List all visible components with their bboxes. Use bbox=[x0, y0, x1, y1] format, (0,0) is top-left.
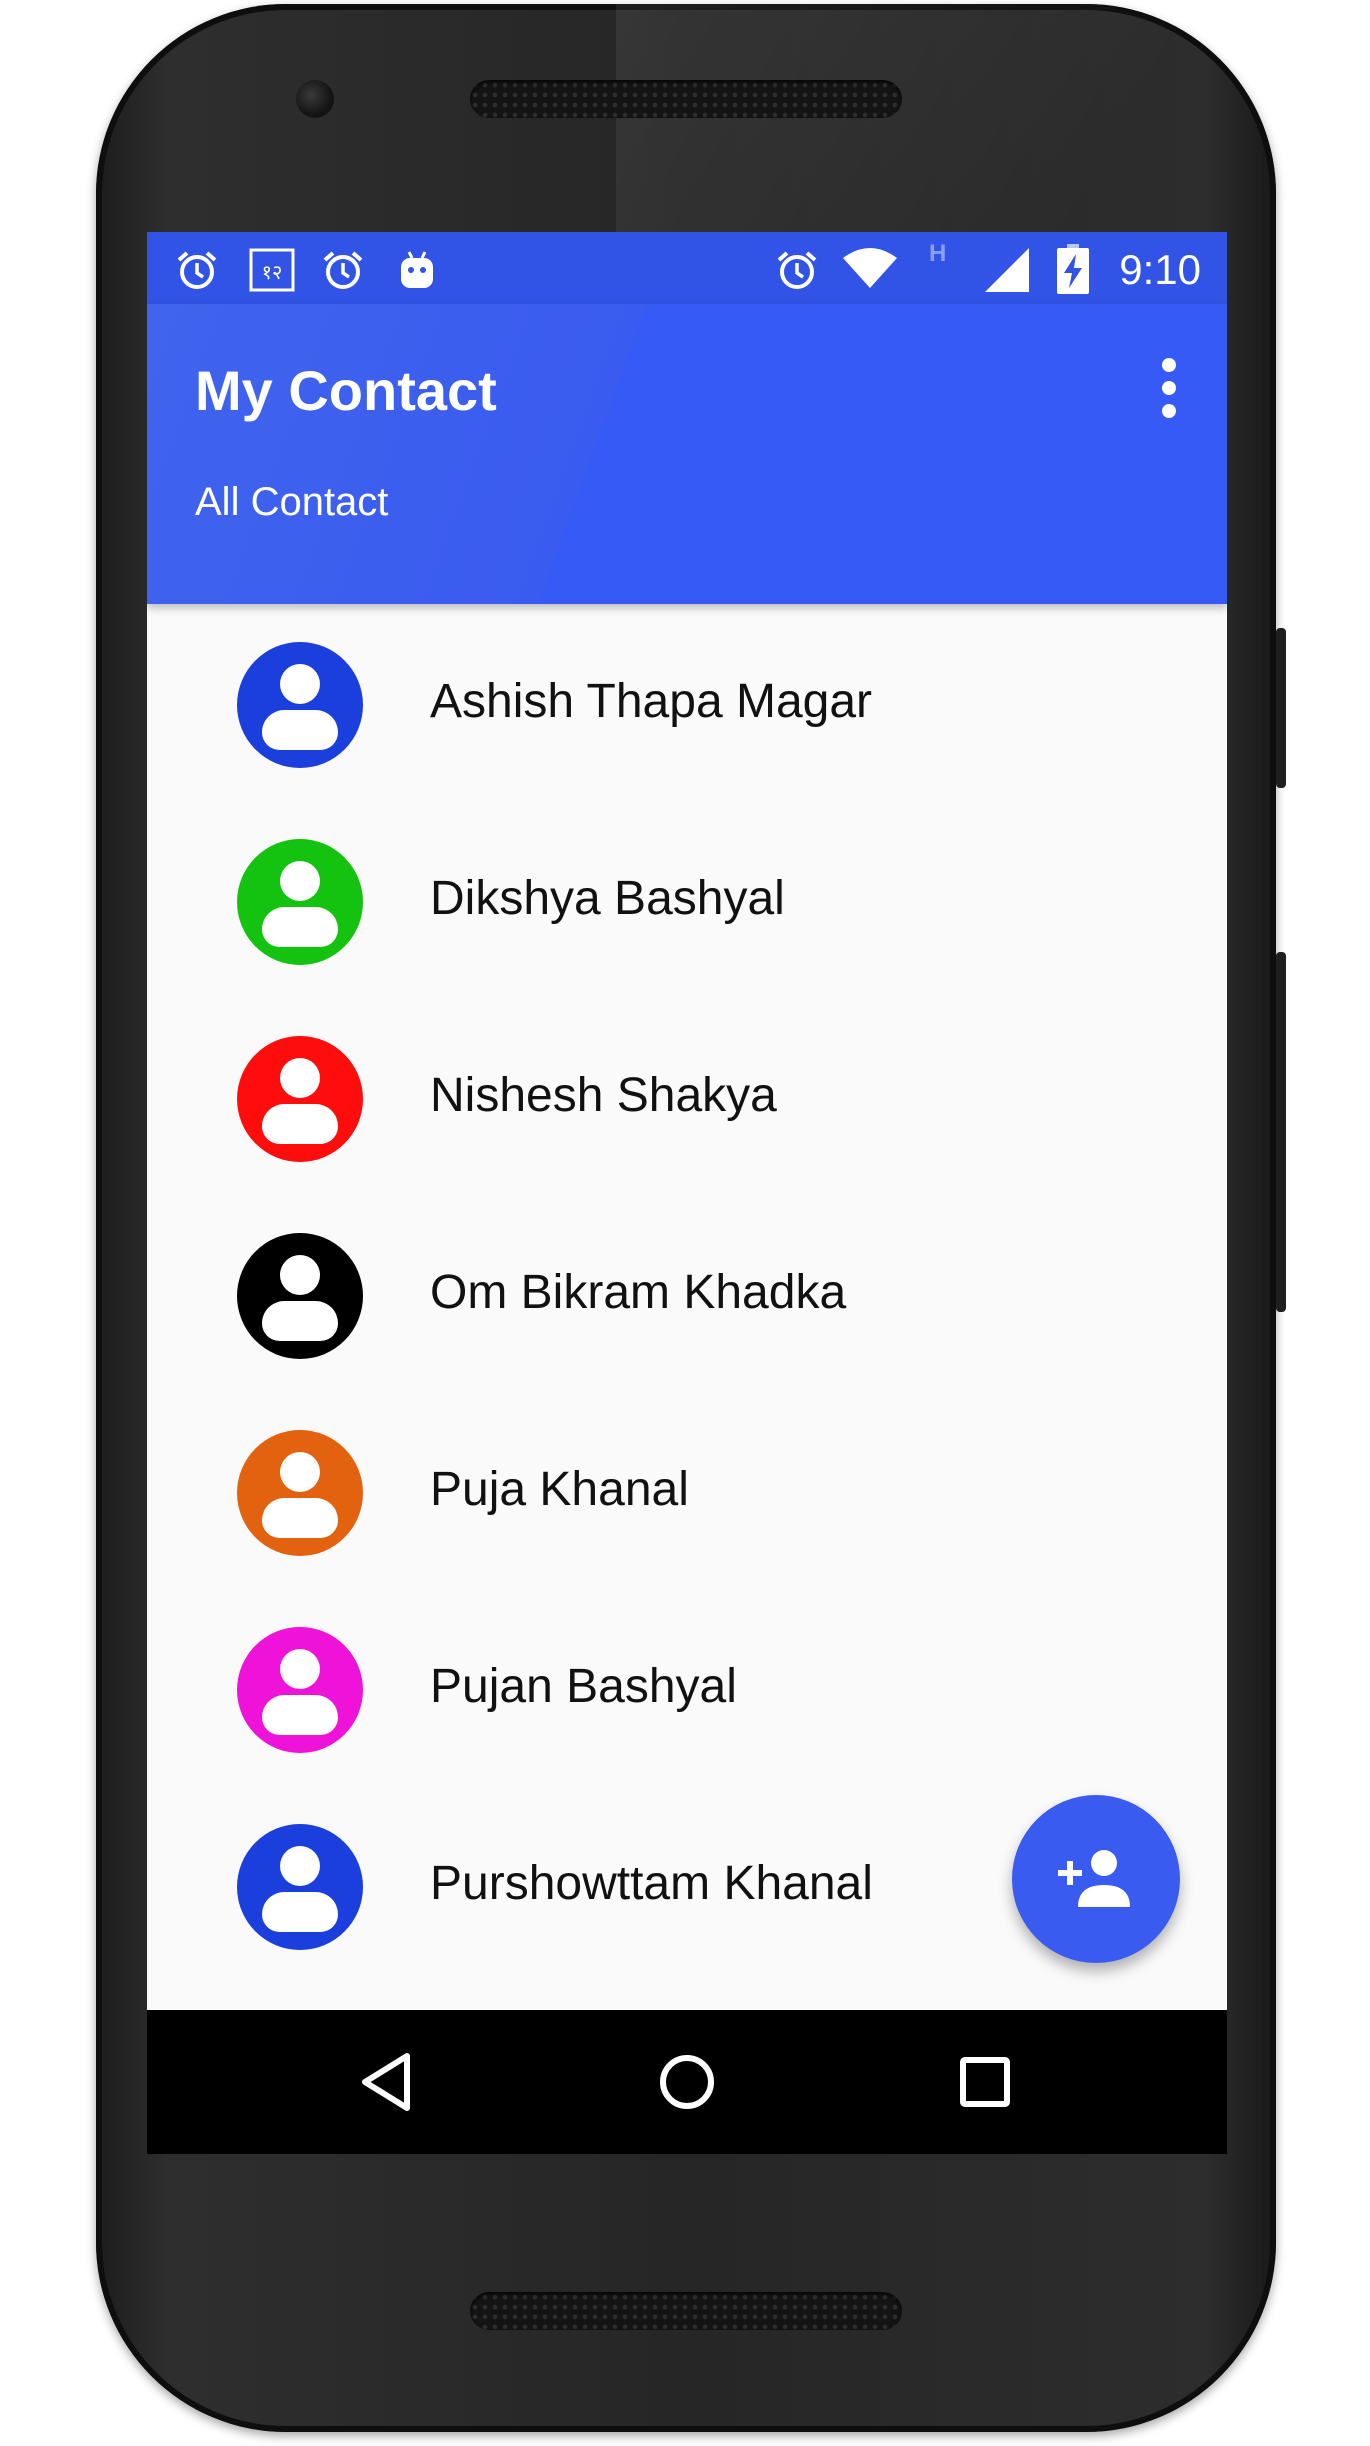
status-bar: १२ H 9:10 bbox=[147, 232, 1227, 304]
bottom-speaker bbox=[470, 2292, 902, 2330]
list-item[interactable]: Ashish Thapa Magar bbox=[147, 604, 1227, 801]
recents-icon[interactable] bbox=[953, 2050, 1017, 2114]
avatar bbox=[237, 1430, 363, 1556]
svg-text:१२: १२ bbox=[262, 260, 283, 284]
more-vert-icon[interactable] bbox=[1149, 356, 1189, 420]
back-icon[interactable] bbox=[357, 2050, 421, 2114]
list-item[interactable]: Dikshya Bashyal bbox=[147, 801, 1227, 998]
battery-charging-icon bbox=[1057, 244, 1089, 294]
app-bar: My Contact All Contact bbox=[147, 304, 1227, 604]
app-title: My Contact bbox=[195, 359, 497, 422]
network-type-indicator: H bbox=[929, 240, 947, 267]
contact-name: Om Bikram Khadka bbox=[430, 1266, 847, 1319]
list-item[interactable]: Nishesh Shakya bbox=[147, 998, 1227, 1195]
status-time: 9:10 bbox=[1119, 246, 1201, 293]
contact-name: Pujan Bashyal bbox=[430, 1660, 737, 1713]
alarm-icon bbox=[777, 251, 817, 289]
avatar bbox=[237, 642, 363, 768]
contact-name: Purshowttam Khanal bbox=[430, 1857, 873, 1910]
contact-name: Ashish Thapa Magar bbox=[430, 675, 873, 728]
add-person-icon bbox=[1058, 1850, 1130, 1907]
avatar bbox=[237, 1036, 363, 1162]
avatar bbox=[237, 1824, 363, 1950]
top-speaker bbox=[470, 80, 902, 118]
wifi-icon bbox=[843, 248, 897, 288]
list-item[interactable]: Puja Khanal bbox=[147, 1392, 1227, 1589]
volume-button bbox=[1276, 952, 1286, 1312]
contact-name: Nishesh Shakya bbox=[430, 1069, 777, 1122]
alarm-icon bbox=[323, 251, 363, 289]
list-item[interactable]: Pujan Bashyal bbox=[147, 1589, 1227, 1786]
contact-name: Puja Khanal bbox=[430, 1463, 689, 1516]
home-icon[interactable] bbox=[655, 2050, 719, 2114]
alarm-icon bbox=[177, 251, 217, 289]
add-contact-button[interactable] bbox=[1012, 1795, 1180, 1963]
keyboard-language-icon: १२ bbox=[249, 248, 295, 292]
power-button bbox=[1276, 628, 1286, 788]
avatar bbox=[237, 1233, 363, 1359]
android-debug-icon bbox=[401, 251, 433, 288]
screen: १२ H 9:10 My Contact All Contact Ashish … bbox=[147, 232, 1227, 2154]
contact-name: Dikshya Bashyal bbox=[430, 872, 785, 925]
avatar bbox=[237, 839, 363, 965]
front-camera bbox=[296, 80, 334, 118]
cellular-signal-icon bbox=[985, 248, 1029, 292]
tab-all-contact[interactable]: All Contact bbox=[195, 480, 388, 525]
list-item[interactable]: Om Bikram Khadka bbox=[147, 1195, 1227, 1392]
avatar bbox=[237, 1627, 363, 1753]
navigation-bar bbox=[147, 2010, 1227, 2154]
